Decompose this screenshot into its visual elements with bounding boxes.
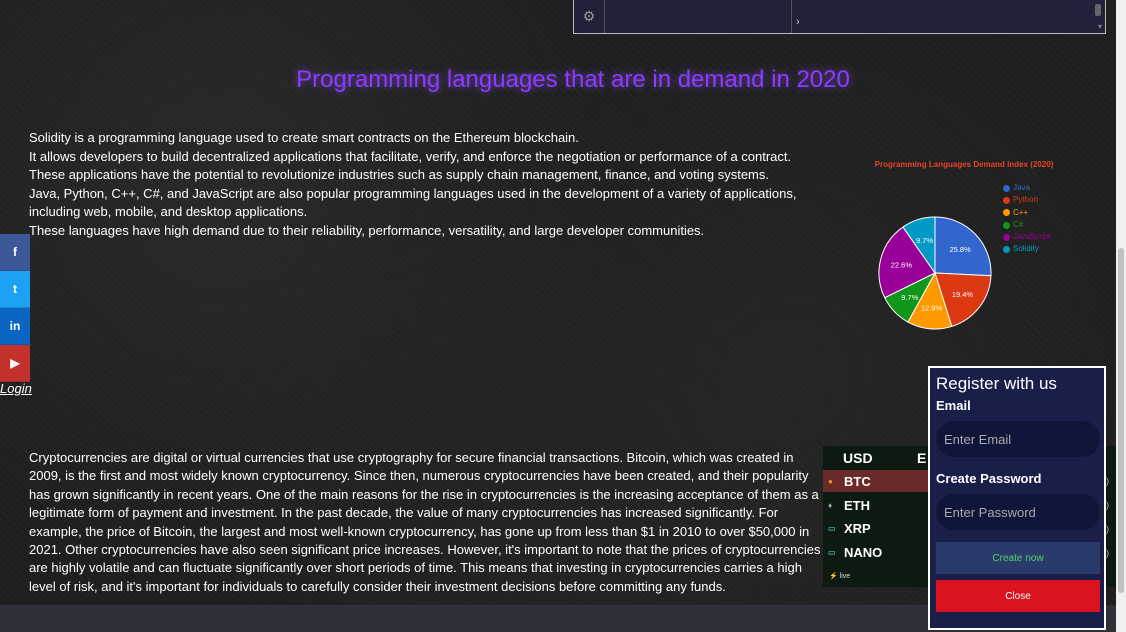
linkedin-icon[interactable]: in [0, 308, 30, 345]
legend-item[interactable]: JavaScript [1003, 231, 1050, 243]
eth-icon: ♦ [828, 500, 833, 510]
email-field[interactable] [936, 421, 1100, 457]
live-indicator: ⚡ live [829, 573, 851, 580]
ticker-row[interactable]: ● BTC [823, 470, 928, 492]
legend-label: C# [1013, 219, 1024, 229]
chart-legend: Java Python C++ C# JavaScript Solidity [1003, 182, 1050, 256]
ticker-symbol: XRP [844, 520, 871, 536]
ticker-symbol: BTC [844, 473, 871, 489]
scroll-down-icon[interactable]: ▾ [1098, 22, 1102, 31]
password-label: Create Password [936, 471, 1042, 486]
legend-label: Python [1013, 195, 1038, 205]
legend-label: C++ [1013, 207, 1029, 217]
demand-pie-chart: 25.8% 19.4% 12.9% 9.7% 22.6% 9.7% Programming… [872, 160, 1072, 340]
create-now-button[interactable]: Create now [936, 542, 1100, 574]
slice-label: 19.4% [952, 290, 974, 299]
ticker-currency[interactable]: USD [843, 450, 873, 466]
facebook-icon[interactable]: f [0, 234, 30, 271]
scrollbar-thumb[interactable] [1118, 248, 1124, 593]
legend-swatch [1003, 196, 1010, 204]
page-title: Programming languages that are in demand… [296, 66, 850, 93]
legend-swatch [1003, 184, 1010, 192]
console-panel: ⚙ › ▾ [573, 0, 1106, 34]
intro-paragraph: These applications have the potential to… [29, 167, 797, 219]
live-label: live [839, 573, 851, 580]
legend-item[interactable]: Python [1003, 194, 1050, 206]
intro-text: Solidity is a programming language used … [29, 129, 799, 240]
paren-icon: ) [1106, 476, 1109, 486]
slice-label: 25.8% [949, 245, 971, 254]
twitter-icon[interactable]: t [0, 271, 30, 308]
legend-swatch [1003, 209, 1010, 217]
legend-label: Solidity [1013, 244, 1039, 254]
email-label: Email [936, 398, 971, 413]
social-sidebar: f t in ▶ [0, 234, 30, 382]
register-title: Register with us [936, 374, 1057, 393]
page-scrollbar[interactable] [1116, 0, 1126, 632]
intro-paragraph: Solidity is a programming language used … [29, 130, 579, 145]
intro-paragraph: These languages have high demand due to … [29, 222, 705, 238]
ticker-edge: ) ) ) ) [1106, 446, 1116, 587]
youtube-icon[interactable]: ▶ [0, 345, 30, 382]
ticker-second-header[interactable]: E [917, 450, 926, 466]
panel-divider [791, 0, 792, 33]
ticker-row[interactable]: ▭ XRP [823, 517, 928, 539]
legend-item[interactable]: Solidity [1003, 243, 1050, 255]
ticker-symbol: NANO [844, 544, 883, 560]
slice-label: 22.6% [891, 260, 913, 269]
ticker-symbol: ETH [844, 497, 870, 513]
ticker-row[interactable]: ▭ NANO [823, 541, 928, 563]
crypto-text: Cryptocurrencies are digital or virtual … [29, 450, 821, 594]
ticker-row[interactable]: ♦ ETH [823, 494, 928, 516]
legend-label: JavaScript [1013, 232, 1051, 242]
chart-title: Programming Languages Demand Index (2020… [874, 160, 1054, 169]
legend-label: Java [1013, 183, 1030, 192]
legend-swatch [1003, 246, 1010, 254]
nano-icon: ▭ [828, 547, 836, 557]
paren-icon: ) [1106, 548, 1109, 558]
slice-label: 12.9% [921, 304, 943, 313]
gear-icon[interactable]: ⚙ [574, 0, 605, 33]
legend-item[interactable]: Java [1003, 182, 1050, 194]
password-field[interactable] [936, 494, 1100, 530]
register-modal: Register with us Email Create Password C… [928, 366, 1106, 630]
close-button[interactable]: Close [936, 580, 1100, 612]
paren-icon: ) [1106, 500, 1109, 510]
crypto-ticker: USD E ● BTC ♦ ETH ▭ XRP ▭ NANO ⚡ live [823, 446, 928, 587]
panel-scrollbar[interactable] [1095, 4, 1101, 16]
intro-paragraph: It allows developers to build decentrali… [29, 148, 792, 164]
legend-swatch [1003, 233, 1010, 241]
legend-item[interactable]: C# [1003, 219, 1050, 231]
slice-label: 9.7% [916, 236, 933, 245]
legend-swatch [1003, 221, 1010, 229]
legend-item[interactable]: C++ [1003, 207, 1050, 219]
xrp-icon: ▭ [828, 523, 836, 533]
btc-icon: ● [828, 476, 833, 486]
paren-icon: ) [1106, 524, 1109, 534]
chevron-right-icon: › [796, 16, 800, 28]
login-link[interactable]: Login [0, 381, 32, 396]
slice-label: 9.7% [901, 293, 918, 302]
